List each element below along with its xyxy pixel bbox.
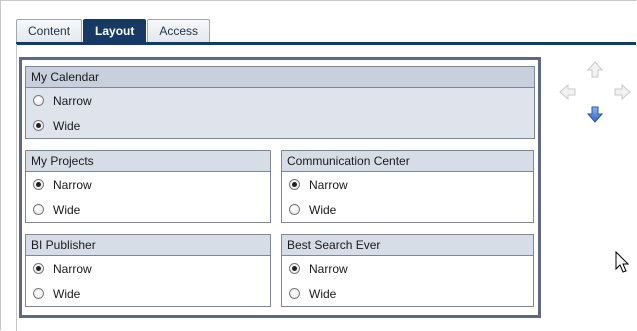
option-label: Narrow	[53, 261, 92, 276]
portlet-best-search-ever[interactable]: Best Search Ever Narrow Wide	[281, 234, 534, 307]
portlet-title: My Calendar	[26, 67, 534, 88]
option-wide[interactable]: Wide	[282, 281, 533, 306]
radio-wide[interactable]	[33, 120, 44, 131]
option-narrow[interactable]: Narrow	[26, 256, 270, 281]
option-label: Wide	[309, 286, 337, 301]
tab-layout[interactable]: Layout	[83, 19, 147, 43]
radio-narrow[interactable]	[33, 95, 44, 106]
portlet-title: Communication Center	[282, 151, 533, 172]
option-narrow[interactable]: Narrow	[26, 172, 270, 197]
radio-wide[interactable]	[33, 288, 44, 299]
portlet-title: Best Search Ever	[282, 235, 533, 256]
tab-access[interactable]: Access	[147, 19, 211, 43]
option-wide[interactable]: Wide	[26, 281, 270, 306]
option-narrow[interactable]: Narrow	[26, 88, 534, 113]
radio-narrow[interactable]	[289, 179, 300, 190]
option-label: Narrow	[53, 93, 92, 108]
option-narrow[interactable]: Narrow	[282, 256, 533, 281]
option-wide[interactable]: Wide	[26, 113, 534, 138]
radio-narrow[interactable]	[33, 179, 44, 190]
arrow-right-icon[interactable]	[612, 82, 632, 102]
option-label: Wide	[53, 286, 81, 301]
option-label: Narrow	[309, 261, 348, 276]
portlet-title: BI Publisher	[26, 235, 270, 256]
radio-wide[interactable]	[33, 204, 44, 215]
radio-narrow[interactable]	[289, 263, 300, 274]
portlet-my-projects[interactable]: My Projects Narrow Wide	[25, 150, 271, 223]
option-label: Wide	[309, 202, 337, 217]
move-arrows	[558, 60, 632, 126]
option-narrow[interactable]: Narrow	[282, 172, 533, 197]
option-label: Narrow	[53, 177, 92, 192]
option-label: Wide	[53, 118, 81, 133]
arrow-down-icon[interactable]	[585, 104, 605, 124]
option-label: Wide	[53, 202, 81, 217]
portlet-title: My Projects	[26, 151, 270, 172]
radio-wide[interactable]	[289, 288, 300, 299]
portlet-communication-center[interactable]: Communication Center Narrow Wide	[281, 150, 534, 223]
arrow-up-icon[interactable]	[585, 60, 605, 80]
tab-content[interactable]: Content	[16, 19, 83, 43]
radio-narrow[interactable]	[33, 263, 44, 274]
option-wide[interactable]: Wide	[282, 197, 533, 222]
tab-bar: Content Layout Access	[16, 19, 211, 43]
arrow-left-icon[interactable]	[558, 82, 578, 102]
portlet-bi-publisher[interactable]: BI Publisher Narrow Wide	[25, 234, 271, 307]
option-label: Narrow	[309, 177, 348, 192]
option-wide[interactable]: Wide	[26, 197, 270, 222]
mouse-cursor-icon	[615, 251, 630, 273]
layout-editor: My Calendar Narrow Wide My Projects Narr…	[19, 57, 541, 318]
radio-wide[interactable]	[289, 204, 300, 215]
portlet-my-calendar[interactable]: My Calendar Narrow Wide	[25, 66, 535, 139]
